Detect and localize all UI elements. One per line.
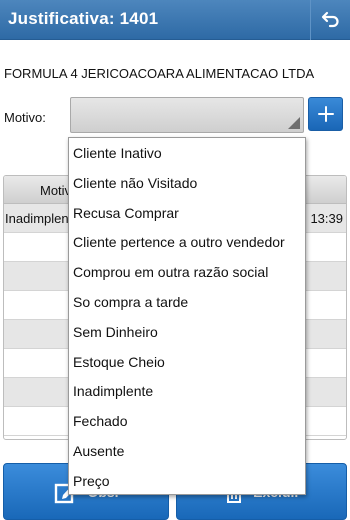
- dropdown-option[interactable]: Estoque Cheio: [69, 347, 305, 377]
- motivo-dropdown-list: Cliente Inativo Cliente não Visitado Rec…: [68, 137, 306, 495]
- company-name: FORMULA 4 JERICOACOARA ALIMENTACAO LTDA: [4, 66, 315, 81]
- undo-arrow-icon: [321, 11, 339, 28]
- dropdown-option[interactable]: Cliente não Visitado: [69, 168, 305, 198]
- dropdown-option[interactable]: Cliente pertence a outro vendedor: [69, 227, 305, 257]
- add-motivo-button[interactable]: [308, 97, 343, 131]
- dropdown-option[interactable]: Ausente: [69, 436, 305, 466]
- dropdown-option[interactable]: Sem Dinheiro: [69, 317, 305, 347]
- dropdown-option[interactable]: Inadimplente: [69, 376, 305, 406]
- row-hora: 13:39: [310, 211, 343, 226]
- dropdown-option[interactable]: Recusa Comprar: [69, 198, 305, 228]
- dropdown-corner-icon: [288, 117, 300, 129]
- dropdown-option[interactable]: Comprou em outra razão social: [69, 257, 305, 287]
- motivo-label: Motivo:: [4, 110, 46, 125]
- title-bar: Justificativa: 1401: [0, 0, 350, 40]
- back-button[interactable]: [310, 0, 350, 40]
- motivo-select[interactable]: [70, 97, 304, 133]
- dropdown-option[interactable]: Fechado: [69, 406, 305, 436]
- dropdown-option[interactable]: So compra a tarde: [69, 287, 305, 317]
- dropdown-option[interactable]: Preço: [69, 466, 305, 496]
- dropdown-option[interactable]: Cliente Inativo: [69, 138, 305, 168]
- plus-icon: [317, 106, 334, 122]
- page-title: Justificativa: 1401: [8, 9, 159, 28]
